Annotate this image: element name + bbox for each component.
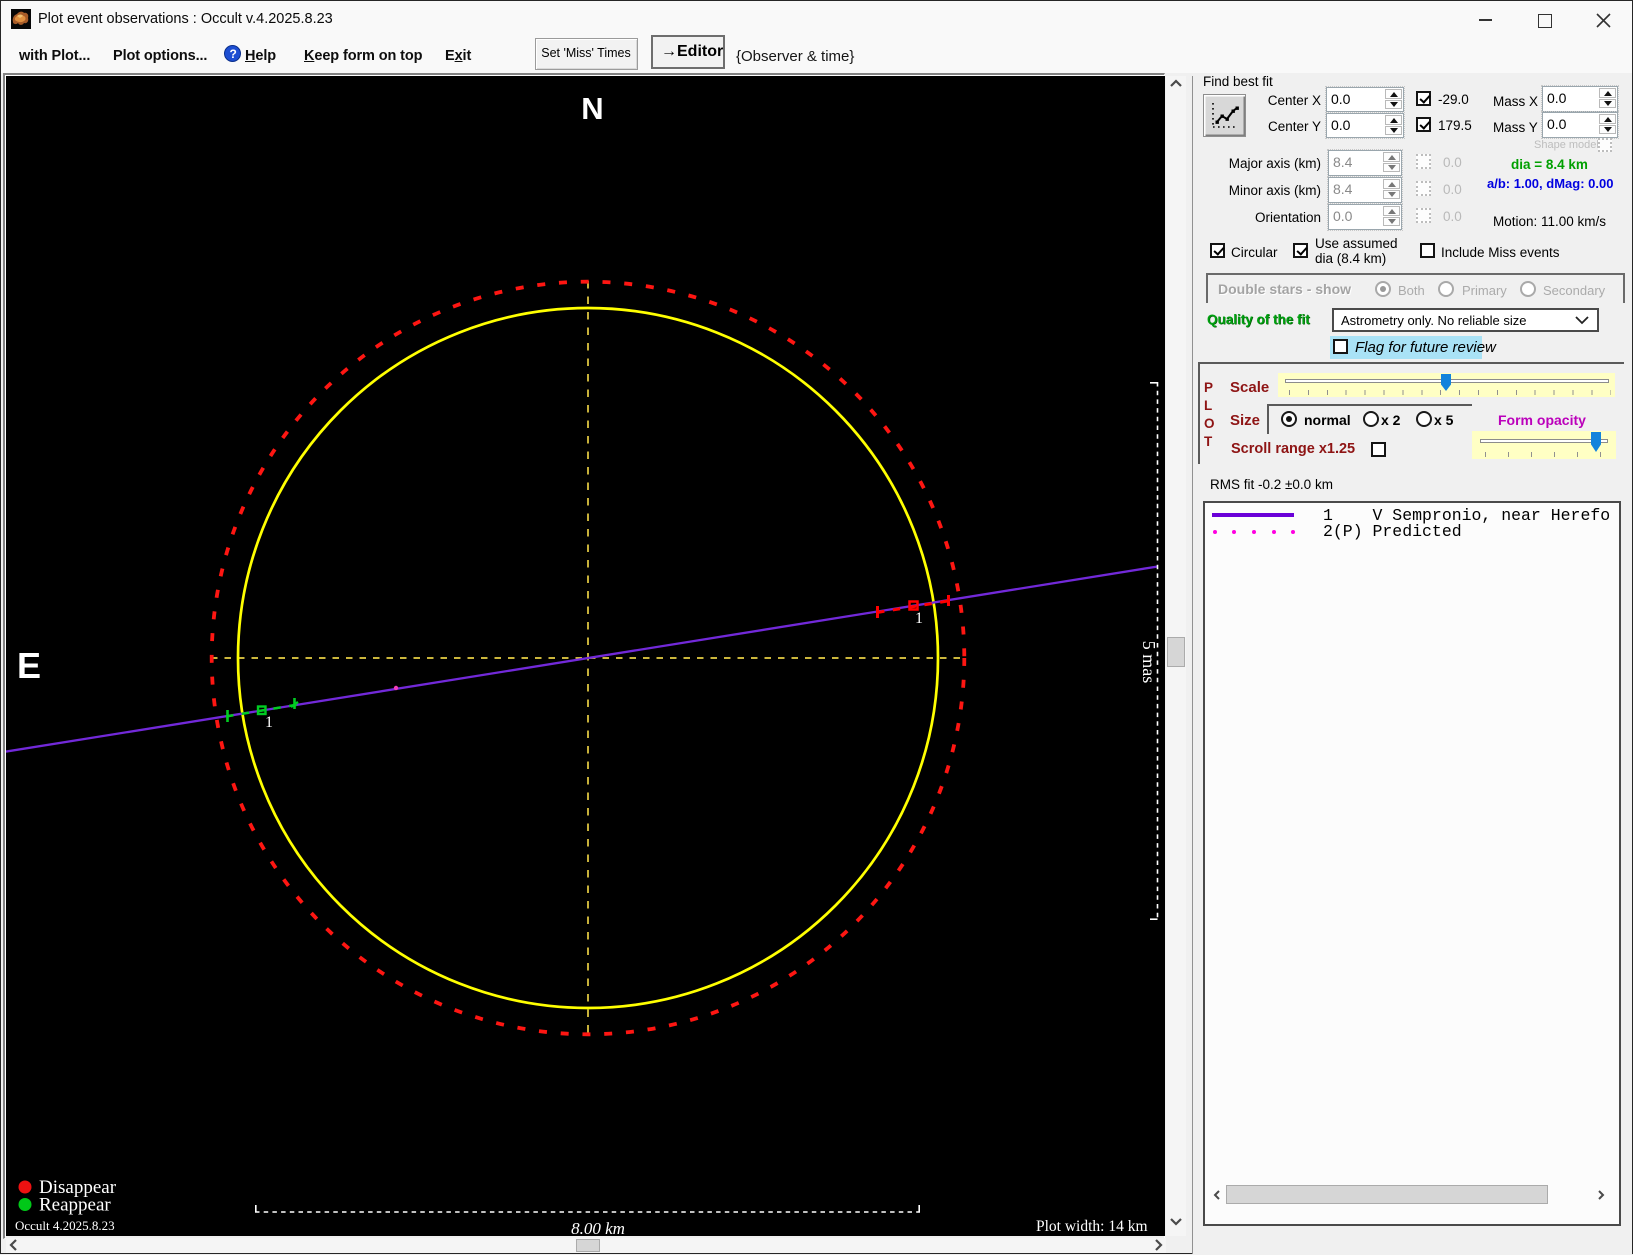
svg-text:1: 1 <box>265 714 273 731</box>
svg-text:Occult 4.2025.8.23: Occult 4.2025.8.23 <box>15 1218 115 1233</box>
svg-text:Reappear: Reappear <box>39 1195 111 1216</box>
svg-text:Plot width: 14 km: Plot width: 14 km <box>1036 1218 1148 1235</box>
svg-text:8.00 km: 8.00 km <box>571 1219 625 1236</box>
svg-text:5 mas: 5 mas <box>1139 641 1159 684</box>
svg-text:1: 1 <box>915 610 923 627</box>
svg-text:E: E <box>17 645 41 686</box>
svg-text:N: N <box>581 91 603 126</box>
